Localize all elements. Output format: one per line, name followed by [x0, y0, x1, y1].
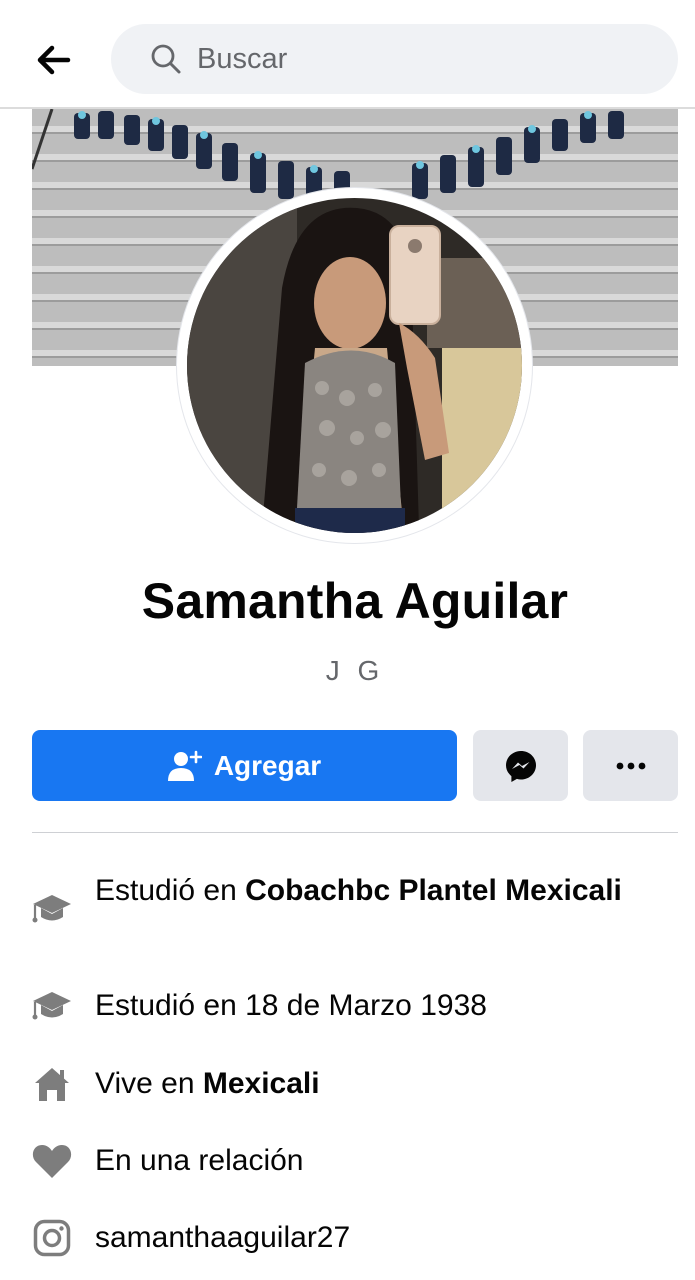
- messenger-icon: [505, 750, 536, 782]
- search-icon: [149, 42, 183, 76]
- search-placeholder: Buscar: [197, 42, 288, 75]
- heart-icon: [32, 1141, 72, 1181]
- avatar: [187, 198, 522, 533]
- info-item-location: Vive en Mexicali: [32, 1064, 678, 1104]
- back-button[interactable]: [28, 38, 80, 82]
- info-text: En una relación: [95, 1144, 304, 1177]
- home-icon: [32, 1064, 72, 1104]
- profile-nickname: J G: [325, 655, 385, 686]
- more-options-button[interactable]: [583, 730, 678, 801]
- info-text: Estudió en 18 de Marzo 1938: [95, 989, 487, 1022]
- info-item-relationship: En una relación: [32, 1141, 678, 1181]
- add-friend-label: Agregar: [213, 749, 322, 781]
- profile-name: Samantha Aguilar: [141, 573, 569, 629]
- add-friend-icon: [167, 750, 202, 781]
- instagram-icon: [32, 1218, 72, 1258]
- info-item-education: Estudió en Cobachbc Plantel Mexicali: [32, 871, 678, 929]
- more-dots-icon: [616, 762, 645, 769]
- info-item-instagram[interactable]: samanthaaguilar27: [32, 1218, 678, 1258]
- section-divider: [32, 832, 678, 833]
- add-friend-button[interactable]: Agregar: [32, 730, 457, 801]
- instagram-handle[interactable]: samanthaaguilar27: [95, 1218, 350, 1258]
- search-input[interactable]: Buscar: [111, 24, 678, 94]
- graduation-cap-icon: [32, 986, 72, 1026]
- info-text: Estudió en Cobachbc Plantel Mexicali: [95, 874, 622, 907]
- top-bar: Buscar: [0, 0, 695, 109]
- back-arrow-icon: [37, 45, 71, 75]
- graduation-cap-icon: [32, 889, 72, 929]
- info-item-education: Estudió en 18 de Marzo 1938: [32, 986, 678, 1026]
- info-text: Vive en Mexicali: [95, 1067, 320, 1100]
- messenger-button[interactable]: [473, 730, 568, 801]
- profile-picture[interactable]: [177, 188, 532, 543]
